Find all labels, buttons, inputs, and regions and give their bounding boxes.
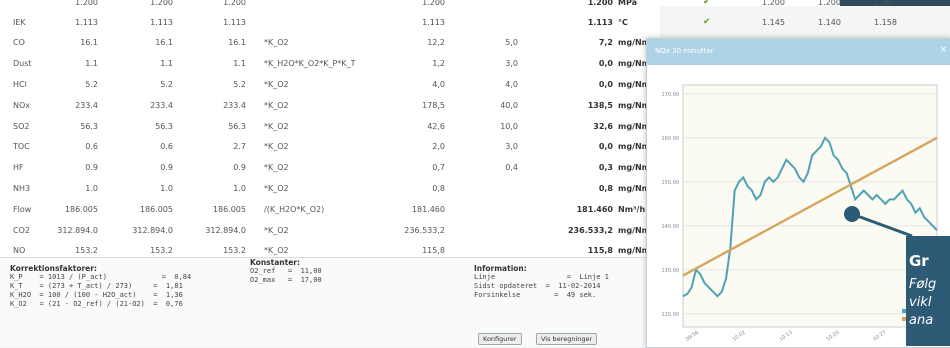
callout-text-line: Følg bbox=[909, 277, 937, 292]
callout-box: Gr Følg vikl ana bbox=[906, 236, 950, 346]
callout-pointer bbox=[844, 206, 913, 238]
pointer-dot bbox=[844, 206, 860, 222]
callout-text: Følg vikl ana bbox=[909, 276, 936, 330]
callout-text-line: ana bbox=[909, 313, 934, 328]
pointer-line bbox=[851, 212, 913, 238]
callout-text-line: vikl bbox=[909, 295, 932, 310]
callout-title: Gr bbox=[909, 252, 929, 270]
